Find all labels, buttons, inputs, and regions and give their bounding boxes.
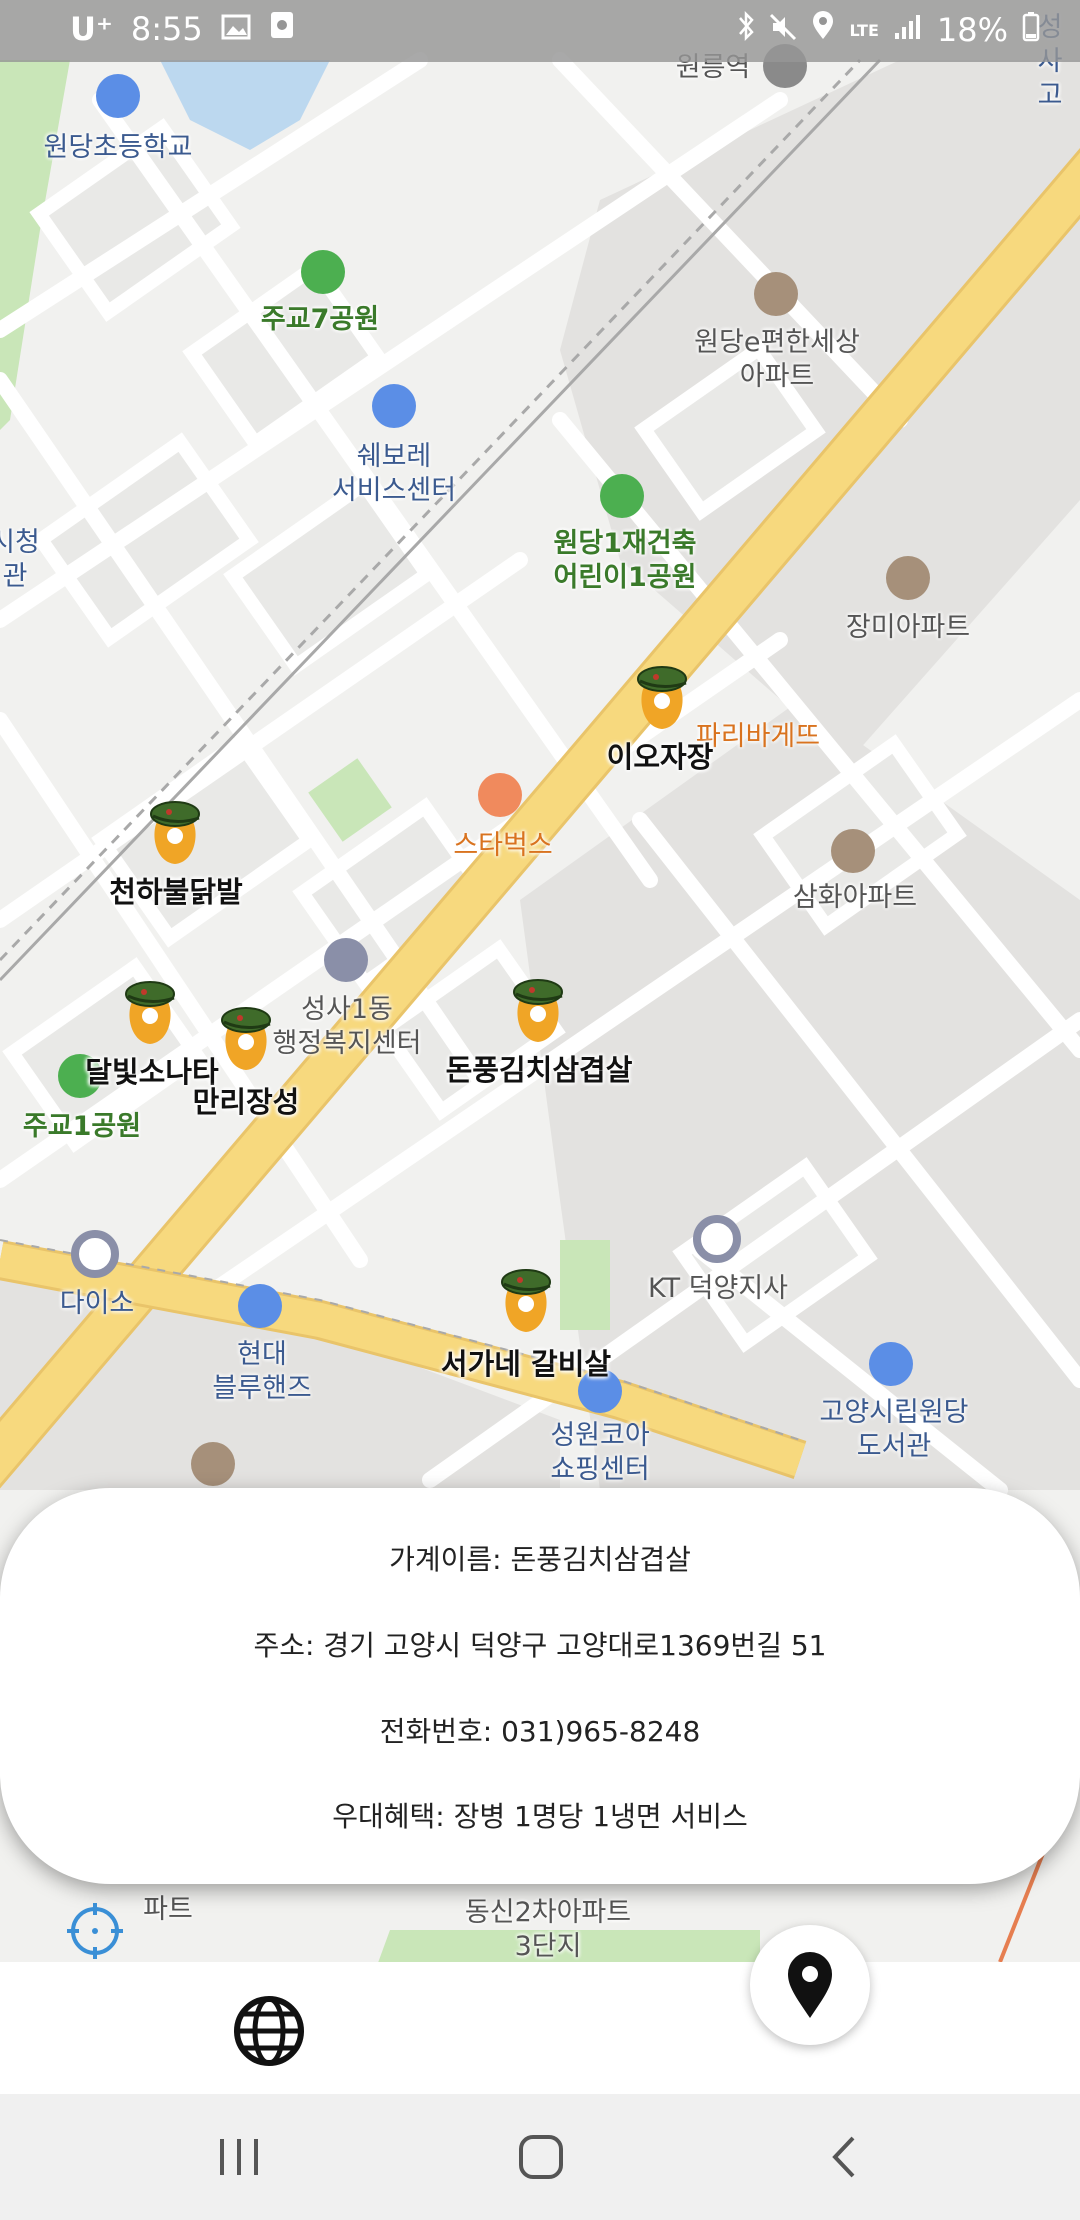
recent-apps-button[interactable] xyxy=(204,2124,274,2190)
store-marker-label[interactable]: 돈풍김치삼겹살 xyxy=(446,1047,633,1089)
store-marker-pin[interactable] xyxy=(124,980,176,1046)
back-button[interactable] xyxy=(808,2124,878,2190)
store-marker-label[interactable]: 서가네 갈비살 xyxy=(441,1341,611,1383)
store-name-text: 가계이름: 돈풍김치삼겹살 xyxy=(389,1543,691,1576)
store-marker-label[interactable]: 이오자장 xyxy=(607,734,714,776)
store-marker-pin[interactable] xyxy=(220,1006,272,1072)
home-button[interactable] xyxy=(506,2124,576,2190)
globe-button[interactable] xyxy=(228,1990,310,2072)
system-nav-bar xyxy=(0,2094,1080,2220)
home-icon xyxy=(519,2135,563,2179)
store-markers-layer xyxy=(124,665,688,1334)
back-icon xyxy=(832,2136,855,2178)
store-phone-text[interactable]: 전화번호: 031)965-8248 xyxy=(0,1710,1080,1750)
carrier-label: U⁺ xyxy=(70,10,113,48)
location-icon xyxy=(811,11,835,49)
store-marker-pin[interactable] xyxy=(512,978,564,1044)
crosshair-icon xyxy=(67,1903,123,1959)
signal-icon xyxy=(893,11,923,49)
network-type: LTE xyxy=(849,20,879,40)
gallery-icon xyxy=(221,10,251,48)
recent-apps-icon xyxy=(220,2139,258,2175)
store-marker-pin[interactable] xyxy=(149,800,201,866)
battery-percent: 18% xyxy=(936,11,1008,49)
store-marker-pin[interactable] xyxy=(636,665,688,731)
store-address-text: 주소: 경기 고양시 덕양구 고양대로1369번길 51 xyxy=(253,1629,827,1662)
bluetooth-icon xyxy=(737,10,755,50)
map-pin-button[interactable] xyxy=(750,1925,870,2045)
store-benefit-text: 우대혜택: 장병 1명당 1냉면 서비스 xyxy=(332,1800,748,1833)
store-marker-label[interactable]: 만리장성 xyxy=(193,1079,300,1121)
map-pin-icon xyxy=(788,1952,832,2018)
status-bar: U⁺ 8:55 LTE 18% xyxy=(0,0,1080,62)
clock: 8:55 xyxy=(130,10,203,48)
store-marker-pin[interactable] xyxy=(500,1268,552,1334)
store-marker-label[interactable]: 천하불닭발 xyxy=(109,869,242,911)
mute-icon xyxy=(769,11,797,49)
globe-icon xyxy=(234,1996,304,2066)
screenshot-icon xyxy=(269,10,295,48)
store-info-card[interactable]: 가계이름: 돈풍김치삼겹살 주소: 경기 고양시 덕양구 고양대로1369번길 … xyxy=(0,1488,1080,1884)
battery-icon xyxy=(1022,10,1040,50)
bottom-app-bar xyxy=(0,1962,1080,2094)
